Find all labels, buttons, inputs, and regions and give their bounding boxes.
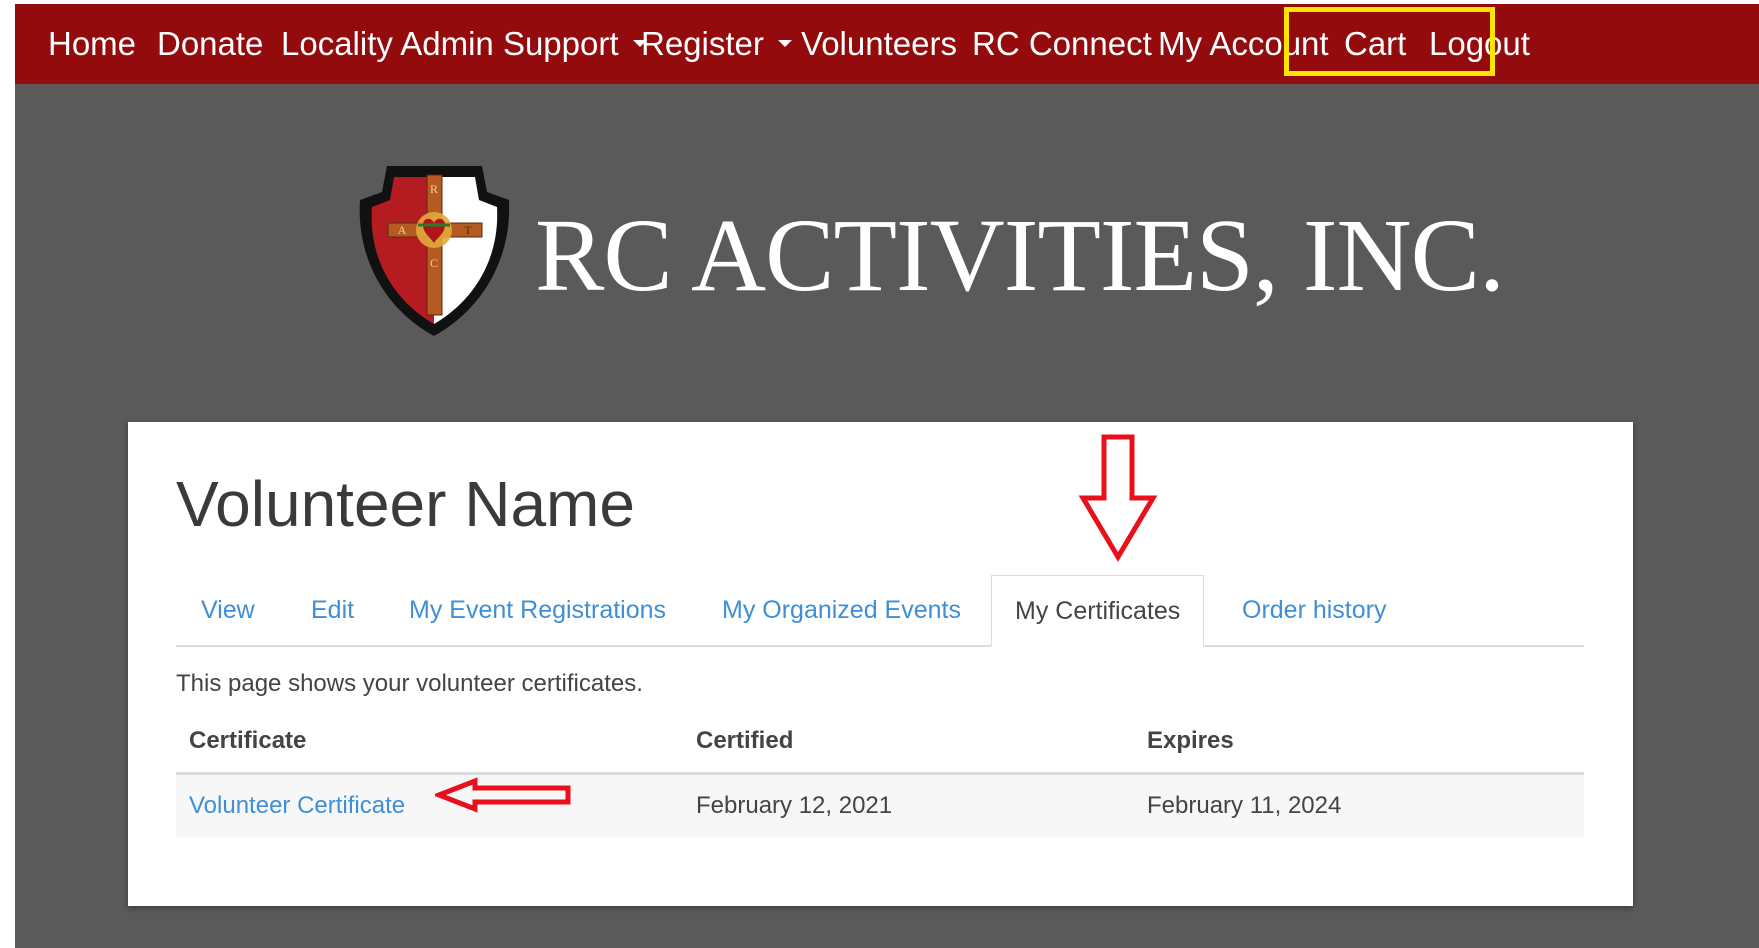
nav-cart[interactable]: Cart xyxy=(1344,4,1406,84)
site-logo[interactable]: R A C T RC ACTIVITIES, INC. xyxy=(352,163,1505,340)
tab-my-organized-events[interactable]: My Organized Events xyxy=(722,575,961,645)
certificate-cell: Volunteer Certificate xyxy=(176,773,683,837)
tab-my-certificates[interactable]: My Certificates xyxy=(991,575,1205,647)
certified-date: February 12, 2021 xyxy=(683,773,1134,837)
profile-card: Volunteer Name View Edit My Event Regist… xyxy=(128,422,1633,906)
svg-text:R: R xyxy=(430,182,438,196)
nav-logout[interactable]: Logout xyxy=(1429,4,1530,84)
caret-down-icon xyxy=(777,39,792,47)
nav-register[interactable]: Register xyxy=(641,4,792,84)
nav-rc-connect[interactable]: RC Connect xyxy=(972,4,1152,84)
column-header-certificate: Certificate xyxy=(176,710,683,775)
tab-order-history[interactable]: Order history xyxy=(1242,575,1386,645)
tab-view[interactable]: View xyxy=(201,575,255,645)
volunteer-certificate-link[interactable]: Volunteer Certificate xyxy=(189,792,405,819)
nav-donate[interactable]: Donate xyxy=(157,4,263,84)
table-header-row: Certificate Certified Expires xyxy=(176,710,1584,775)
table-row: Volunteer Certificate February 12, 2021 … xyxy=(176,773,1584,837)
nav-home[interactable]: Home xyxy=(48,4,136,84)
shield-icon: R A C T xyxy=(359,166,510,336)
page-title: Volunteer Name xyxy=(176,468,635,540)
page: Home Donate Locality Admin Support Regis… xyxy=(15,4,1759,948)
nav-volunteers[interactable]: Volunteers xyxy=(801,4,957,84)
profile-tabs: View Edit My Event Registrations My Orga… xyxy=(176,575,1584,647)
tab-edit[interactable]: Edit xyxy=(311,575,354,645)
column-header-certified: Certified xyxy=(683,710,1134,775)
nav-locality-admin-support[interactable]: Locality Admin Support xyxy=(281,4,647,84)
tab-my-event-registrations[interactable]: My Event Registrations xyxy=(409,575,666,645)
intro-text: This page shows your volunteer certifica… xyxy=(176,670,643,697)
certificates-table: Certificate Certified Expires Volunteer … xyxy=(176,710,1584,837)
column-header-expires: Expires xyxy=(1134,710,1584,775)
nav-my-account[interactable]: My Account xyxy=(1158,4,1329,84)
svg-text:A: A xyxy=(398,223,407,237)
top-navbar: Home Donate Locality Admin Support Regis… xyxy=(15,4,1759,84)
svg-text:C: C xyxy=(430,256,438,270)
expires-date: February 11, 2024 xyxy=(1134,773,1584,837)
site-name: RC ACTIVITIES, INC. xyxy=(535,197,1505,313)
svg-text:T: T xyxy=(464,223,472,237)
